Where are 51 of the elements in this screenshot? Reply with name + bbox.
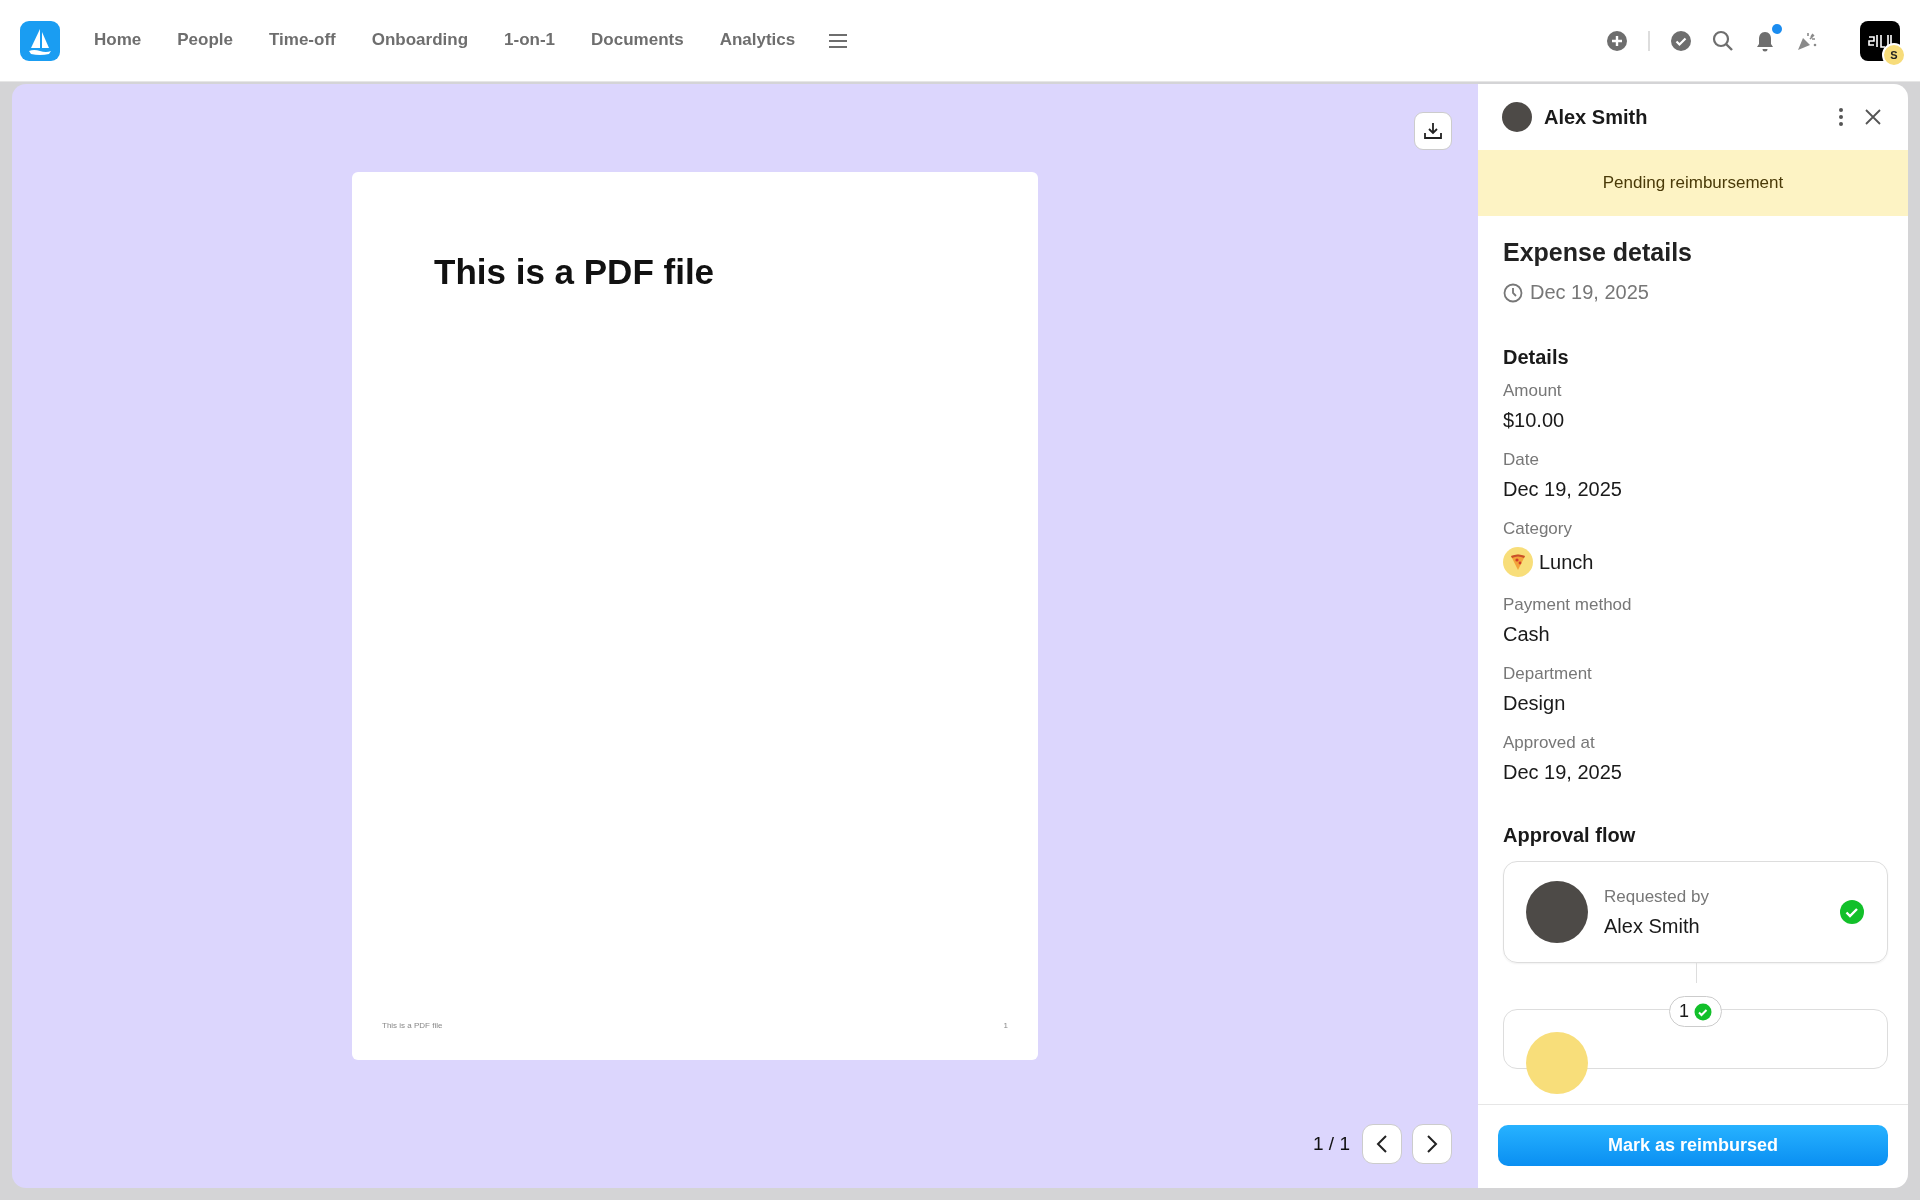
status-banner: Pending reimbursement — [1478, 150, 1908, 216]
clock-icon — [1503, 282, 1523, 303]
field-value: Design — [1503, 692, 1566, 715]
close-icon — [1864, 108, 1882, 126]
section-heading: Expense details — [1503, 238, 1693, 267]
previous-page-button[interactable] — [1362, 1124, 1402, 1164]
page-footer-number: 1 — [1003, 1021, 1008, 1030]
nav-link[interactable]: People — [159, 21, 251, 60]
field-value: Cash — [1503, 623, 1550, 646]
step-caption: Requested by — [1604, 886, 1710, 907]
nav-link[interactable]: Documents — [573, 21, 702, 60]
page-footer-text: This is a PDF file — [382, 1021, 443, 1030]
nav-link[interactable]: Analytics — [701, 21, 814, 60]
field-label: Amount — [1503, 381, 1563, 401]
submitted-date: Dec 19, 2025 — [1530, 281, 1649, 304]
search-icon[interactable] — [1712, 29, 1734, 52]
field-label: Category — [1503, 519, 1573, 539]
add-icon[interactable] — [1606, 29, 1628, 52]
avatar — [1502, 102, 1532, 132]
employee-name: Alex Smith — [1544, 105, 1649, 129]
step-count: 1 — [1679, 1001, 1689, 1022]
next-page-button[interactable] — [1412, 1124, 1452, 1164]
nav-link[interactable]: Time-off — [251, 21, 354, 60]
details-heading: Details — [1503, 346, 1570, 369]
nav-link[interactable]: Onboarding — [353, 21, 487, 60]
nav-link[interactable]: Home — [76, 21, 160, 60]
document-title: This is a PDF file — [434, 252, 716, 292]
pizza-slice-icon — [1509, 553, 1527, 571]
field-label: Department — [1503, 664, 1593, 684]
bell-icon[interactable] — [1754, 29, 1776, 52]
chevron-left-icon — [1375, 1134, 1389, 1154]
mark-as-reimbursed-button[interactable]: Mark as reimbursed — [1498, 1125, 1888, 1166]
download-button[interactable] — [1414, 112, 1452, 150]
page-counter: 1 / 1 — [1313, 1133, 1350, 1155]
field-value: $10.00 — [1503, 409, 1565, 432]
user-initial-badge[interactable]: S — [1882, 42, 1906, 67]
chevron-right-icon — [1425, 1134, 1439, 1154]
field-value: Dec 19, 2025 — [1503, 761, 1622, 784]
nav-link[interactable]: 1-on-1 — [486, 21, 574, 60]
approval-flow-heading: Approval flow — [1503, 824, 1637, 847]
field-value: Dec 19, 2025 — [1503, 478, 1622, 501]
company-logo-icon[interactable] — [1867, 32, 1893, 49]
check-circle-icon[interactable] — [1670, 29, 1692, 52]
field-label: Approved at — [1503, 733, 1596, 753]
download-icon — [1423, 121, 1443, 141]
more-vertical-icon — [1838, 107, 1844, 127]
field-label: Date — [1503, 450, 1540, 470]
approver-name: Alex Smith — [1604, 914, 1701, 938]
field-label: Payment method — [1503, 595, 1633, 615]
sailboat-logo-icon[interactable] — [20, 20, 60, 61]
field-value: Lunch — [1539, 550, 1594, 574]
